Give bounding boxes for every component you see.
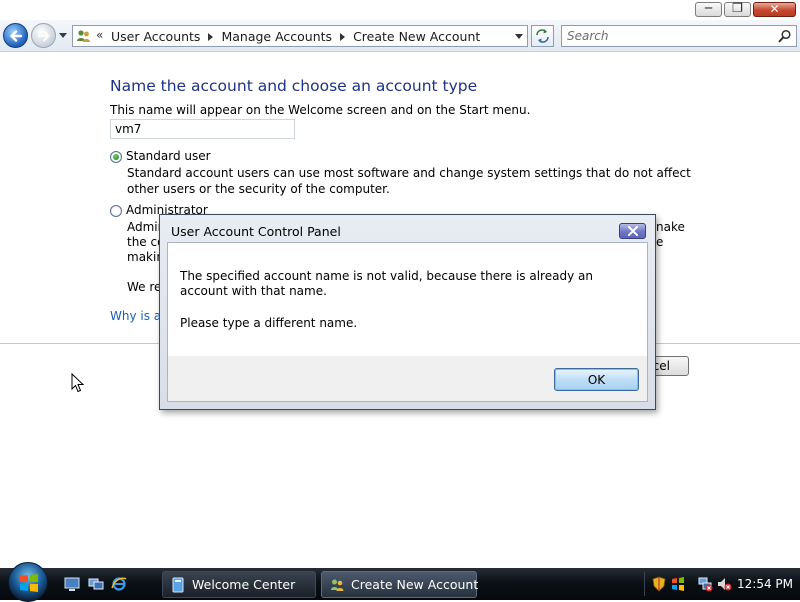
breadcrumb-create-new-account[interactable]: Create New Account bbox=[353, 29, 480, 44]
taskbar: Welcome Center Create New Account 12:54 … bbox=[0, 562, 800, 602]
security-shield-icon[interactable] bbox=[651, 576, 667, 592]
error-dialog: User Account Control Panel The specified… bbox=[159, 214, 656, 410]
ok-button[interactable]: OK bbox=[554, 368, 639, 391]
dialog-instruction: Please type a different name. bbox=[180, 316, 358, 330]
user-accounts-icon bbox=[331, 579, 344, 591]
dialog-body: The specified account name is not valid,… bbox=[167, 242, 648, 402]
volume-muted-icon[interactable] bbox=[716, 576, 732, 592]
welcome-center-icon bbox=[172, 577, 184, 593]
recent-pages-dropdown-icon[interactable] bbox=[58, 30, 68, 40]
dialog-close-button[interactable] bbox=[619, 223, 646, 239]
breadcrumb-user-accounts[interactable]: User Accounts bbox=[111, 29, 200, 44]
dialog-footer: OK bbox=[168, 356, 647, 401]
page-title: Name the account and choose an account t… bbox=[110, 77, 478, 95]
standard-user-description: Standard account users can use most soft… bbox=[127, 166, 691, 196]
taskbar-button-create-new-account[interactable]: Create New Account bbox=[321, 571, 479, 598]
search-icon[interactable] bbox=[778, 29, 792, 43]
dialog-message: The specified account name is not valid,… bbox=[180, 269, 593, 298]
page-description: This name will appear on the Welcome scr… bbox=[110, 103, 531, 117]
back-arrow-icon bbox=[10, 30, 23, 42]
breadcrumb: User Accounts Manage Accounts Create New… bbox=[111, 29, 480, 44]
standard-user-label[interactable]: Standard user bbox=[126, 149, 211, 163]
navigation-bar: « User Accounts Manage Accounts Create N… bbox=[0, 20, 800, 52]
minimize-button[interactable]: ─ bbox=[695, 1, 722, 17]
refresh-icon bbox=[536, 29, 549, 43]
breadcrumb-separator-icon[interactable] bbox=[208, 32, 214, 41]
standard-user-radio[interactable] bbox=[110, 151, 122, 163]
back-button[interactable] bbox=[3, 23, 28, 48]
maximize-icon: ❐ bbox=[732, 1, 743, 15]
internet-explorer-icon[interactable] bbox=[111, 576, 127, 592]
taskbar-button-label: Create New Account bbox=[351, 577, 479, 592]
administrator-desc-line1-tail: nake bbox=[656, 220, 685, 234]
minimize-icon: ─ bbox=[704, 1, 713, 15]
close-icon bbox=[628, 226, 638, 236]
start-button[interactable] bbox=[8, 562, 48, 602]
switch-windows-icon[interactable] bbox=[88, 576, 104, 592]
administrator-radio[interactable] bbox=[110, 205, 122, 217]
mouse-cursor-icon bbox=[71, 373, 85, 393]
tray-separator bbox=[644, 572, 645, 596]
forward-button[interactable] bbox=[31, 23, 56, 48]
breadcrumb-manage-accounts[interactable]: Manage Accounts bbox=[221, 29, 332, 44]
show-desktop-icon[interactable] bbox=[64, 576, 80, 592]
windows-update-icon[interactable] bbox=[670, 576, 686, 592]
address-overflow-chevron[interactable]: « bbox=[96, 28, 103, 42]
network-disconnected-icon[interactable] bbox=[697, 576, 713, 592]
forward-arrow-icon bbox=[37, 30, 50, 42]
user-accounts-icon bbox=[77, 30, 90, 42]
address-bar[interactable]: « User Accounts Manage Accounts Create N… bbox=[72, 25, 528, 47]
dialog-title: User Account Control Panel bbox=[171, 224, 341, 239]
taskbar-button-label: Welcome Center bbox=[192, 577, 296, 592]
administrator-desc-line2-tail: e bbox=[656, 235, 664, 249]
address-dropdown-icon[interactable] bbox=[515, 34, 523, 39]
close-button[interactable]: ✕ bbox=[753, 2, 796, 17]
caption-buttons: ─ ❐ ✕ bbox=[693, 1, 796, 17]
windows-logo-icon bbox=[20, 574, 38, 592]
search-input[interactable] bbox=[567, 28, 767, 44]
maximize-button[interactable]: ❐ bbox=[724, 1, 751, 17]
taskbar-clock[interactable]: 12:54 PM bbox=[737, 577, 793, 591]
breadcrumb-separator-icon[interactable] bbox=[340, 32, 346, 41]
close-icon: ✕ bbox=[769, 2, 780, 16]
taskbar-button-welcome-center[interactable]: Welcome Center bbox=[162, 571, 316, 598]
refresh-button[interactable] bbox=[531, 25, 554, 47]
account-name-input[interactable] bbox=[110, 119, 295, 139]
window-title-strip: ─ ❐ ✕ bbox=[0, 0, 800, 20]
search-box[interactable] bbox=[561, 25, 797, 47]
